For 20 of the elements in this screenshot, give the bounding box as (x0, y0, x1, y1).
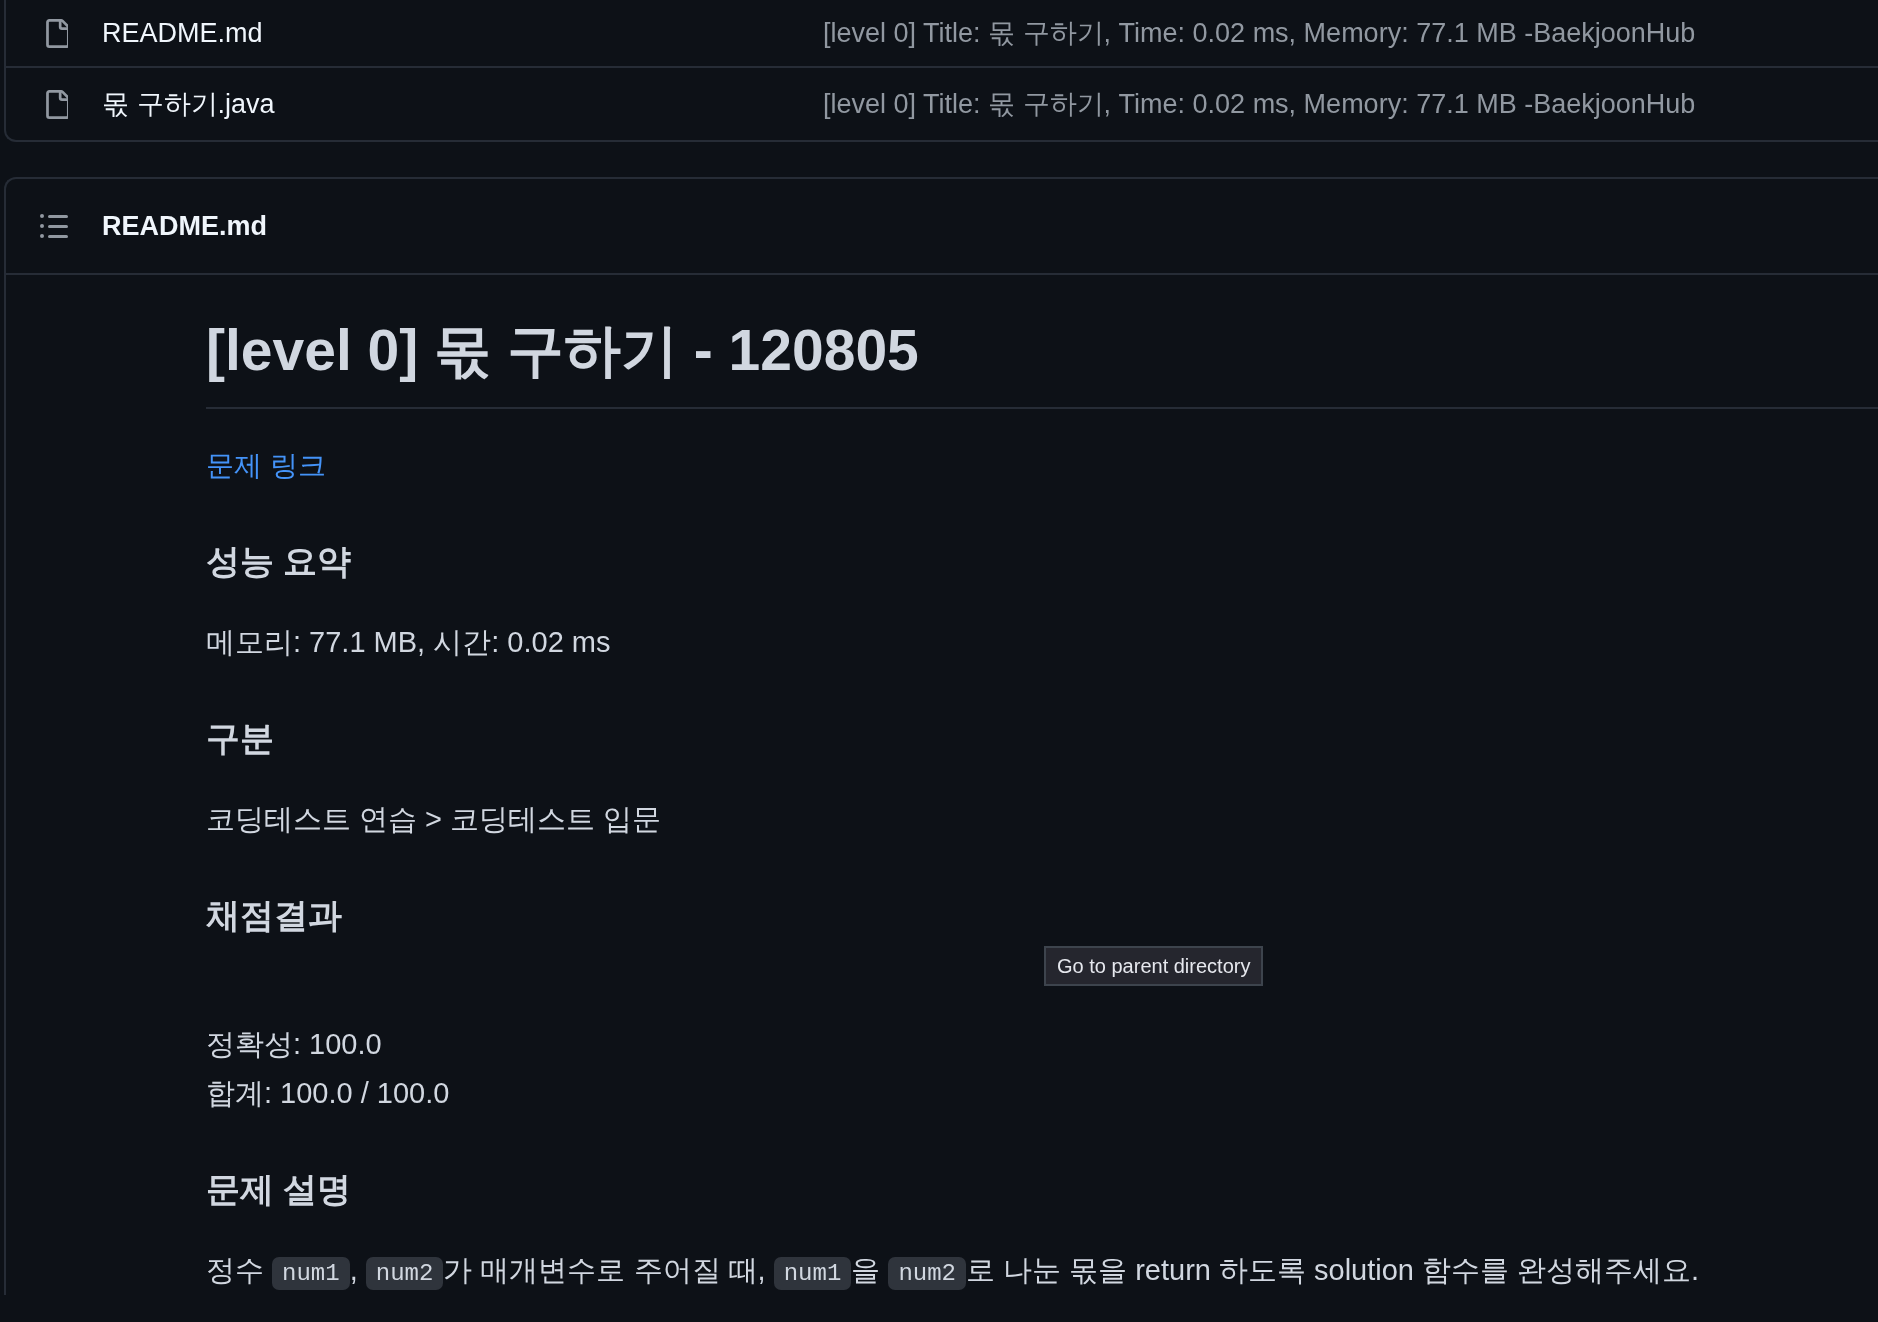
file-name-link[interactable]: README.md (102, 17, 263, 48)
page-title: [level 0] 몫 구하기 - 120805 (206, 317, 919, 384)
section-heading: 채점결과 (206, 895, 342, 936)
file-icon (46, 89, 68, 119)
list-icon[interactable] (40, 214, 68, 238)
readme-file-title[interactable]: README.md (102, 205, 267, 247)
commit-message-link[interactable]: [level 0] Title: 몫 구하기, Time: 0.02 ms, Memory: 77.1 MB -BaekjoonHub (823, 12, 1696, 54)
paragraph-text: 코딩테스트 연습 > 코딩테스트 입문 (206, 802, 662, 837)
section-heading: 성능 요약 (206, 541, 352, 582)
text-line: 합계: 100.0 / 100.0 (206, 1076, 450, 1111)
file-name-link[interactable]: 몫 구하기.java (102, 88, 275, 119)
section-heading: 구분 (206, 718, 274, 759)
paragraph-text: 정수 num1 , num2 가 매개변수로 주어질 때, num1 을 num2 로 나눈 몫을 return 하도록 solution 함수를 완성해주세요. (206, 1246, 1700, 1295)
paragraph-text: 메모리: 77.1 MB, 시간: 0.02 ms (206, 625, 611, 660)
file-icon (46, 18, 68, 48)
commit-message-link[interactable]: [level 0] Title: 몫 구하기, Time: 0.02 ms, Memory: 77.1 MB -BaekjoonHub (823, 83, 1696, 125)
text-line: 정확성: 100.0 (206, 1027, 382, 1062)
section-heading: 문제 설명 (206, 1169, 352, 1210)
tooltip: Go to parent directory (1044, 946, 1264, 986)
problem-link[interactable]: 문제 링크 (206, 441, 326, 490)
